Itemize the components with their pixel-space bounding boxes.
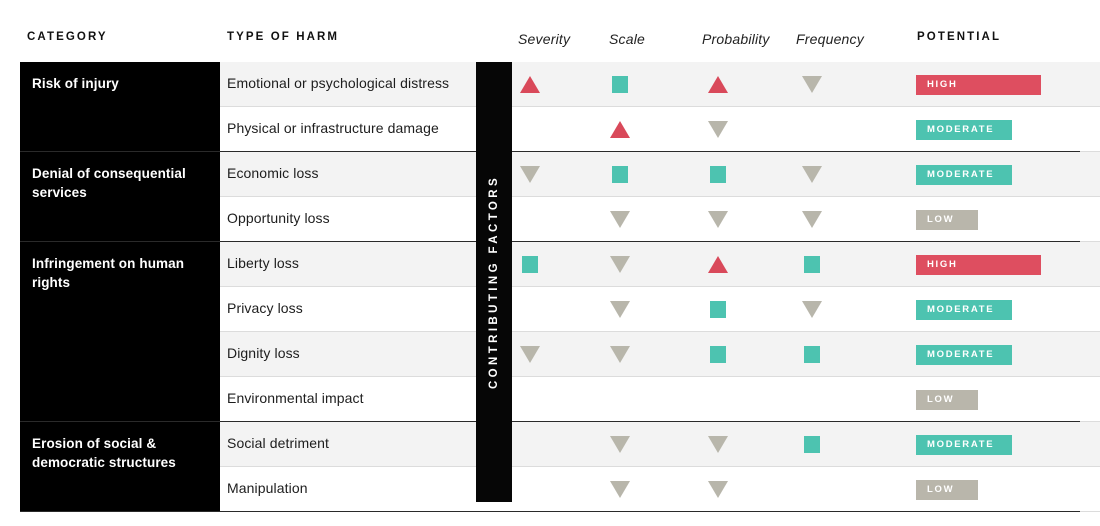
harm-label: Emotional or psychological distress xyxy=(227,75,450,91)
low-marker-icon xyxy=(610,301,630,318)
table-row: Dignity loss MODERATE xyxy=(220,332,1100,377)
category-label: Denial of consequential services xyxy=(32,166,186,201)
low-marker-icon xyxy=(708,436,728,453)
harm-label: Manipulation xyxy=(227,480,308,496)
potential-badge: LOW xyxy=(916,390,978,410)
low-marker-icon xyxy=(802,301,822,318)
table-row: Manipulation LOW xyxy=(220,467,1100,512)
moderate-marker-icon xyxy=(804,256,820,273)
harm-label: Environmental impact xyxy=(227,390,364,406)
low-marker-icon xyxy=(708,481,728,498)
harm-label: Social detriment xyxy=(227,435,329,451)
table-body: Risk of injury Denial of consequential se… xyxy=(0,61,1100,512)
low-marker-icon xyxy=(520,166,540,183)
category-block: Risk of injury xyxy=(20,62,220,151)
table-row: Economic loss MODERATE xyxy=(220,152,1100,197)
moderate-marker-icon xyxy=(612,166,628,183)
moderate-marker-icon xyxy=(710,166,726,183)
potential-badge: MODERATE xyxy=(916,165,1012,185)
table-row: Physical or infrastructure damage MODERAT… xyxy=(220,107,1100,152)
column-header-probability: Probability xyxy=(702,31,770,47)
harm-label: Economic loss xyxy=(227,165,319,181)
moderate-marker-icon xyxy=(804,346,820,363)
category-block: Denial of consequential services xyxy=(20,152,220,241)
column-header-severity: Severity xyxy=(518,31,571,47)
harm-label: Opportunity loss xyxy=(227,210,330,226)
table-row: Environmental impact LOW xyxy=(220,377,1100,422)
table-row: Privacy loss MODERATE xyxy=(220,287,1100,332)
harms-matrix-table: CATEGORY TYPE OF HARM Severity Scale Pro… xyxy=(0,0,1100,526)
group-separator xyxy=(20,241,1080,242)
potential-badge: LOW xyxy=(916,480,978,500)
contributing-factors-bar: CONTRIBUTING FACTORS xyxy=(476,62,512,502)
low-marker-icon xyxy=(802,76,822,93)
potential-badge: MODERATE xyxy=(916,120,1012,140)
category-label: Infringement on human rights xyxy=(32,256,185,291)
low-marker-icon xyxy=(610,211,630,228)
table-header: CATEGORY TYPE OF HARM Severity Scale Pro… xyxy=(0,0,1100,62)
high-marker-icon xyxy=(708,256,728,273)
potential-badge: MODERATE xyxy=(916,435,1012,455)
high-marker-icon xyxy=(708,76,728,93)
category-label: Risk of injury xyxy=(32,76,119,91)
low-marker-icon xyxy=(610,481,630,498)
low-marker-icon xyxy=(802,166,822,183)
harm-label: Privacy loss xyxy=(227,300,303,316)
column-header-category: CATEGORY xyxy=(27,31,108,43)
low-marker-icon xyxy=(610,256,630,273)
low-marker-icon xyxy=(610,436,630,453)
group-separator xyxy=(20,511,1080,512)
moderate-marker-icon xyxy=(710,301,726,318)
table-row: Emotional or psychological distress HIGH xyxy=(220,62,1100,107)
column-header-potential: POTENTIAL xyxy=(917,31,1002,43)
group-separator-top xyxy=(20,61,1080,62)
low-marker-icon xyxy=(708,211,728,228)
contributing-factors-label: CONTRIBUTING FACTORS xyxy=(488,174,500,390)
group-separator xyxy=(20,151,1080,152)
low-marker-icon xyxy=(520,346,540,363)
table-row: Social detriment MODERATE xyxy=(220,422,1100,467)
column-header-type-of-harm: TYPE OF HARM xyxy=(227,31,340,43)
category-block: Erosion of social & democratic structure… xyxy=(20,422,220,511)
potential-badge: HIGH xyxy=(916,75,1041,95)
potential-badge: MODERATE xyxy=(916,345,1012,365)
column-header-scale: Scale xyxy=(609,31,646,47)
moderate-marker-icon xyxy=(804,436,820,453)
column-header-frequency: Frequency xyxy=(796,31,864,47)
rows-column: Emotional or psychological distress HIGH P… xyxy=(220,62,1100,512)
high-marker-icon xyxy=(520,76,540,93)
potential-badge: MODERATE xyxy=(916,300,1012,320)
potential-badge: LOW xyxy=(916,210,978,230)
moderate-marker-icon xyxy=(612,76,628,93)
table-row: Liberty loss HIGH xyxy=(220,242,1100,287)
group-separator xyxy=(20,421,1080,422)
harm-label: Liberty loss xyxy=(227,255,300,271)
low-marker-icon xyxy=(610,346,630,363)
moderate-marker-icon xyxy=(710,346,726,363)
low-marker-icon xyxy=(802,211,822,228)
high-marker-icon xyxy=(610,121,630,138)
table-row: Opportunity loss LOW xyxy=(220,197,1100,242)
category-block: Infringement on human rights xyxy=(20,242,220,421)
moderate-marker-icon xyxy=(522,256,538,273)
harm-label: Dignity loss xyxy=(227,345,300,361)
potential-badge: HIGH xyxy=(916,255,1041,275)
harm-label: Physical or infrastructure damage xyxy=(227,120,439,136)
category-label: Erosion of social & democratic structure… xyxy=(32,436,176,471)
low-marker-icon xyxy=(708,121,728,138)
